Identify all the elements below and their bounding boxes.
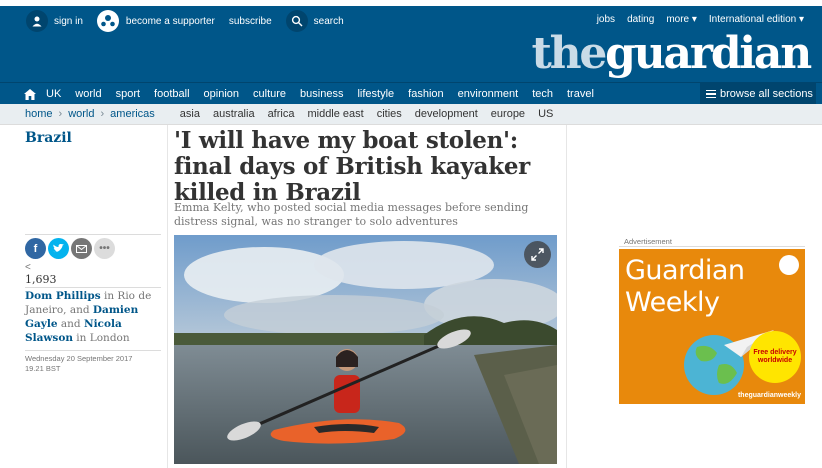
breadcrumb-americas[interactable]: americas: [110, 108, 155, 120]
nav-item-travel[interactable]: travel: [567, 88, 594, 100]
nav-item-lifestyle[interactable]: lifestyle: [357, 88, 394, 100]
main-nav: UK world sport football opinion culture …: [0, 82, 822, 105]
search-link[interactable]: search: [314, 16, 344, 27]
nav-item-fashion[interactable]: fashion: [408, 88, 443, 100]
subnav-middle-east[interactable]: middle east: [307, 108, 363, 120]
chevron-right-icon: ›: [58, 108, 63, 120]
dating-link[interactable]: dating: [627, 14, 654, 25]
edition-selector[interactable]: International edition ▾: [709, 14, 804, 25]
user-icon[interactable]: [26, 10, 48, 32]
breadcrumb-world[interactable]: world: [68, 108, 94, 120]
ad-brand: theguardianweekly: [737, 392, 801, 399]
column-divider: [167, 125, 168, 468]
main-article-image: [174, 235, 557, 464]
become-supporter-link[interactable]: become a supporter: [126, 16, 215, 27]
home-icon[interactable]: [24, 88, 36, 100]
email-share-icon[interactable]: [71, 238, 92, 259]
guardian-weekly-ad[interactable]: Guardian Weekly Free delivery worldwide …: [619, 249, 805, 404]
nav-item-tech[interactable]: tech: [532, 88, 553, 100]
subnav-cities[interactable]: cities: [377, 108, 402, 120]
browse-label: browse all sections: [720, 88, 813, 100]
subscribe-link[interactable]: subscribe: [229, 16, 272, 27]
article-headline: 'I will have my boat stolen': final days…: [174, 127, 530, 206]
section-label[interactable]: Brazil: [25, 130, 72, 146]
share-count: 1,693: [25, 273, 57, 286]
divider: [619, 246, 805, 247]
author-link[interactable]: Dom Phillips: [25, 290, 101, 302]
more-menu[interactable]: more ▾: [666, 14, 697, 25]
top-utility-links: sign in become a supporter subscribe sea…: [26, 10, 344, 32]
browse-all-sections-button[interactable]: browse all sections: [700, 83, 816, 105]
jobs-link[interactable]: jobs: [597, 14, 615, 25]
sub-nav: home › world › americas asia australia a…: [0, 104, 822, 125]
subnav-africa[interactable]: africa: [268, 108, 295, 120]
more-share-icon[interactable]: •••: [94, 238, 115, 259]
share-buttons: f •••: [25, 238, 115, 259]
subnav-europe[interactable]: europe: [491, 108, 525, 120]
subnav-asia[interactable]: asia: [180, 108, 200, 120]
nav-item-uk[interactable]: UK: [46, 88, 61, 100]
menu-icon: [706, 88, 716, 101]
ad-title: Guardian Weekly: [625, 255, 745, 318]
twitter-share-icon[interactable]: [48, 238, 69, 259]
masthead: sign in become a supporter subscribe sea…: [0, 6, 822, 82]
byline: Dom Phillips in Rio de Janeiro, and Dami…: [25, 290, 152, 344]
nav-item-football[interactable]: football: [154, 88, 189, 100]
subnav-us[interactable]: US: [538, 108, 553, 120]
sign-in-link[interactable]: sign in: [54, 16, 83, 27]
guardian-logo[interactable]: theguardian: [531, 28, 812, 80]
supporter-icon[interactable]: [96, 10, 119, 32]
divider: [25, 350, 161, 351]
nav-item-environment[interactable]: environment: [458, 88, 519, 100]
free-delivery-badge: Free delivery worldwide: [749, 331, 801, 383]
column-divider: [566, 125, 567, 468]
guardian-roundel-icon: [779, 255, 799, 275]
search-icon[interactable]: [285, 10, 308, 32]
share-count-icon: <: [25, 262, 31, 273]
breadcrumb-home[interactable]: home: [25, 108, 53, 120]
nav-item-culture[interactable]: culture: [253, 88, 286, 100]
chevron-right-icon: ›: [100, 108, 105, 120]
subnav-australia[interactable]: australia: [213, 108, 255, 120]
advertisement-label: Advertisement: [624, 237, 672, 246]
divider: [25, 287, 161, 288]
publish-date: Wednesday 20 September 2017 19.21 BST: [25, 354, 133, 373]
subnav-development[interactable]: development: [415, 108, 478, 120]
divider: [25, 234, 161, 235]
article-standfirst: Emma Kelty, who posted social media mess…: [174, 201, 529, 228]
nav-item-business[interactable]: business: [300, 88, 343, 100]
top-right-links: jobs dating more ▾ International edition…: [597, 14, 804, 25]
facebook-share-icon[interactable]: f: [25, 238, 46, 259]
nav-item-opinion[interactable]: opinion: [204, 88, 239, 100]
nav-item-sport[interactable]: sport: [116, 88, 140, 100]
expand-image-icon[interactable]: [524, 241, 551, 268]
nav-item-world[interactable]: world: [75, 88, 101, 100]
